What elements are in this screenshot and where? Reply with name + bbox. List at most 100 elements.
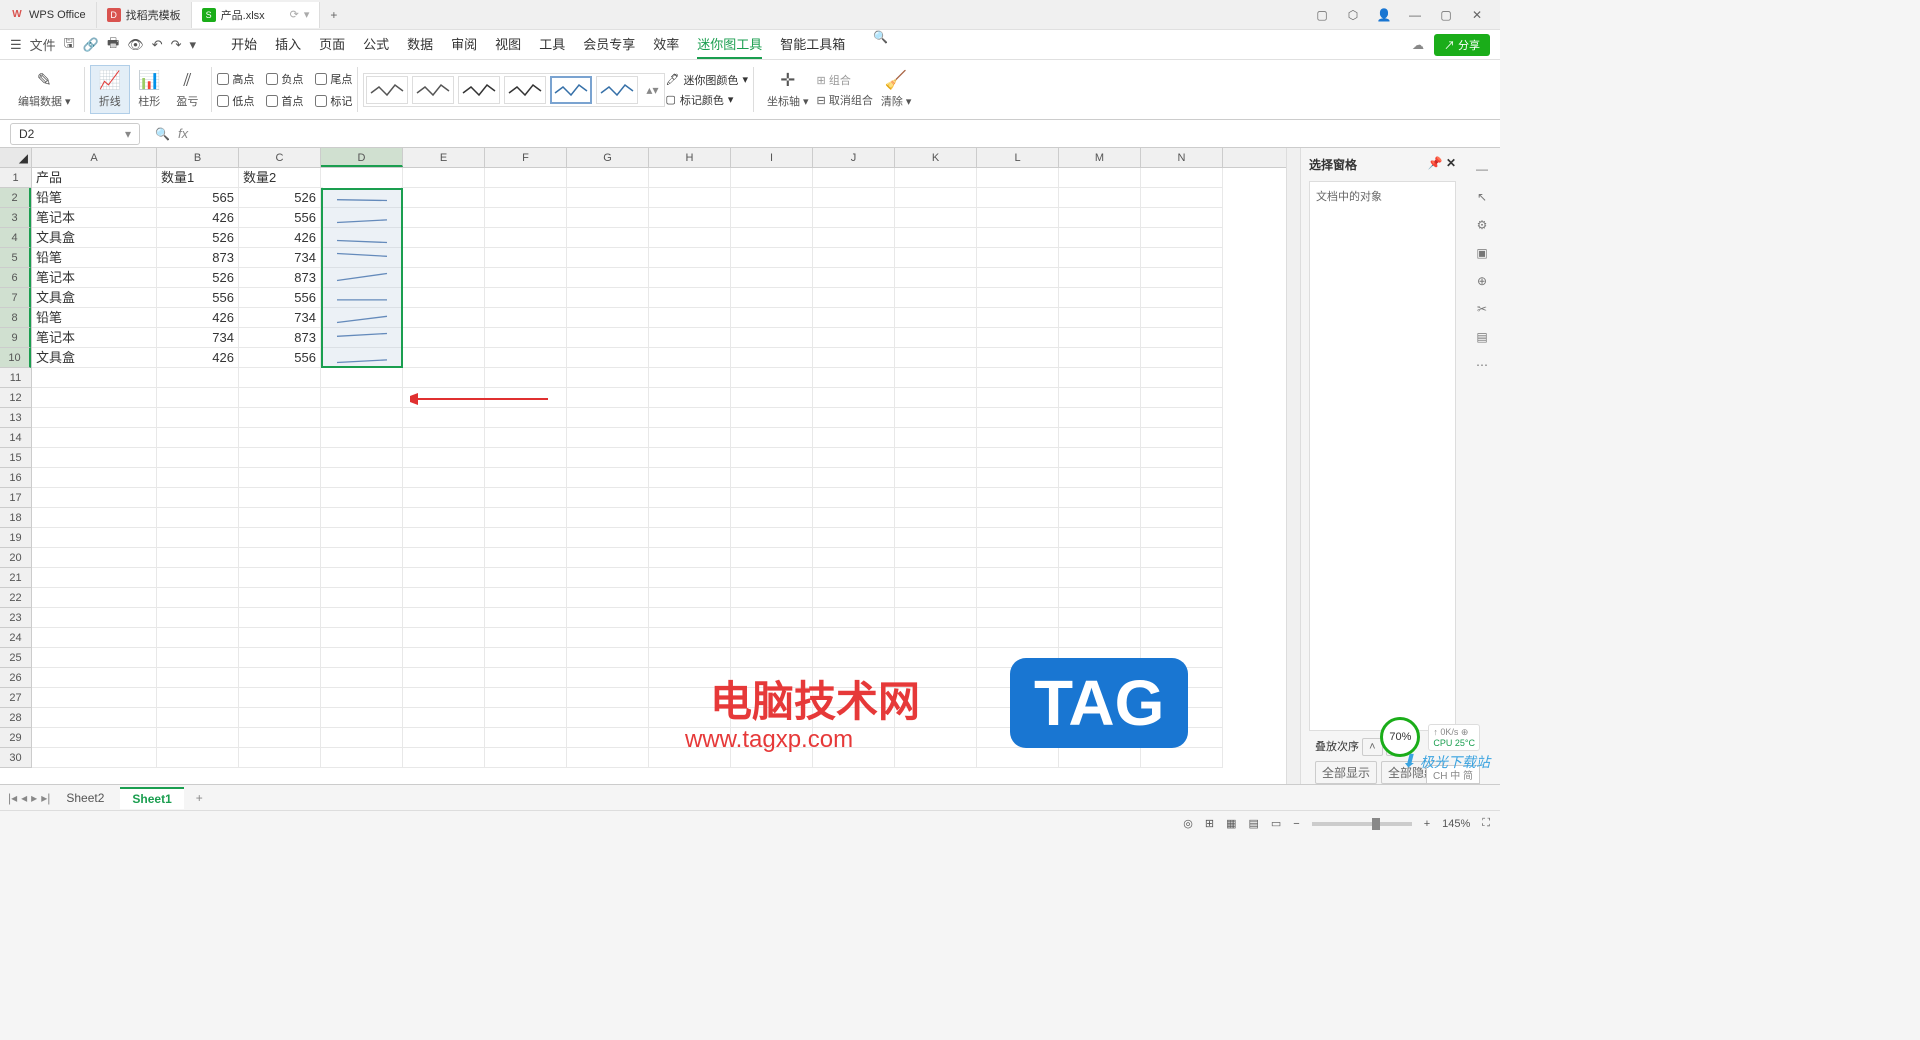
cell-B10[interactable]: 426 (157, 348, 239, 368)
cell-E15[interactable] (403, 448, 485, 468)
cb-high[interactable]: 高点 (217, 71, 254, 87)
menu-icon[interactable]: ☰ (10, 37, 22, 53)
cell-B16[interactable] (157, 468, 239, 488)
fullscreen-icon[interactable]: ⛶ (1482, 817, 1490, 830)
cell-C22[interactable] (239, 588, 321, 608)
cell-E18[interactable] (403, 508, 485, 528)
cell-A23[interactable] (32, 608, 157, 628)
cell-I22[interactable] (731, 588, 813, 608)
cell-N24[interactable] (1141, 628, 1223, 648)
cell-N12[interactable] (1141, 388, 1223, 408)
show-all-button[interactable]: 全部显示 (1315, 761, 1377, 784)
cell-J5[interactable] (813, 248, 895, 268)
cell-N6[interactable] (1141, 268, 1223, 288)
cell-A19[interactable] (32, 528, 157, 548)
cell-H13[interactable] (649, 408, 731, 428)
tab-page[interactable]: 页面 (319, 30, 345, 59)
nav-prev-icon[interactable]: ◂ (21, 791, 27, 805)
cell-N2[interactable] (1141, 188, 1223, 208)
cell-M10[interactable] (1059, 348, 1141, 368)
cell-K20[interactable] (895, 548, 977, 568)
cell-C28[interactable] (239, 708, 321, 728)
cell-K15[interactable] (895, 448, 977, 468)
cell-M15[interactable] (1059, 448, 1141, 468)
cell-C17[interactable] (239, 488, 321, 508)
row-header-19[interactable]: 19 (0, 528, 31, 548)
cell-D21[interactable] (321, 568, 403, 588)
cell-G25[interactable] (567, 648, 649, 668)
cell-B3[interactable]: 426 (157, 208, 239, 228)
cell-E23[interactable] (403, 608, 485, 628)
cell-C24[interactable] (239, 628, 321, 648)
cell-A21[interactable] (32, 568, 157, 588)
cell-D22[interactable] (321, 588, 403, 608)
cell-D12[interactable] (321, 388, 403, 408)
col-header-N[interactable]: N (1141, 148, 1223, 167)
cell-B24[interactable] (157, 628, 239, 648)
cell-A12[interactable] (32, 388, 157, 408)
row-header-26[interactable]: 26 (0, 668, 31, 688)
cell-I17[interactable] (731, 488, 813, 508)
cell-G2[interactable] (567, 188, 649, 208)
cell-H20[interactable] (649, 548, 731, 568)
cb-neg[interactable]: 负点 (266, 71, 303, 87)
cell-F30[interactable] (485, 748, 567, 768)
cell-J9[interactable] (813, 328, 895, 348)
row-header-7[interactable]: 7 (0, 288, 31, 308)
cell-A24[interactable] (32, 628, 157, 648)
cell-I21[interactable] (731, 568, 813, 588)
cell-K23[interactable] (895, 608, 977, 628)
tab-efficiency[interactable]: 效率 (653, 30, 679, 59)
close-button[interactable]: ✕ (1469, 7, 1485, 23)
cell-L7[interactable] (977, 288, 1059, 308)
cell-K13[interactable] (895, 408, 977, 428)
cell-L12[interactable] (977, 388, 1059, 408)
sparkline-winloss-button[interactable]: ⫽ 盈亏 (168, 70, 206, 109)
cell-H16[interactable] (649, 468, 731, 488)
cell-D18[interactable] (321, 508, 403, 528)
cell-A1[interactable]: 产品 (32, 168, 157, 188)
cell-H23[interactable] (649, 608, 731, 628)
cell-M18[interactable] (1059, 508, 1141, 528)
cell-L22[interactable] (977, 588, 1059, 608)
cell-I6[interactable] (731, 268, 813, 288)
cell-M21[interactable] (1059, 568, 1141, 588)
cell-F3[interactable] (485, 208, 567, 228)
cell-H14[interactable] (649, 428, 731, 448)
cell-F6[interactable] (485, 268, 567, 288)
cell-F13[interactable] (485, 408, 567, 428)
row-header-25[interactable]: 25 (0, 648, 31, 668)
cell-J19[interactable] (813, 528, 895, 548)
cell-F28[interactable] (485, 708, 567, 728)
cell-J3[interactable] (813, 208, 895, 228)
cell-J24[interactable] (813, 628, 895, 648)
cell-A28[interactable] (32, 708, 157, 728)
cell-E4[interactable] (403, 228, 485, 248)
cell-C18[interactable] (239, 508, 321, 528)
col-header-K[interactable]: K (895, 148, 977, 167)
cell-D9[interactable] (321, 328, 403, 348)
cell-A18[interactable] (32, 508, 157, 528)
cell-M12[interactable] (1059, 388, 1141, 408)
cell-N15[interactable] (1141, 448, 1223, 468)
sparkline-line-button[interactable]: 📈 折线 (90, 65, 130, 114)
cell-M7[interactable] (1059, 288, 1141, 308)
cell-L10[interactable] (977, 348, 1059, 368)
cell-G10[interactable] (567, 348, 649, 368)
tab-sparkline-tools[interactable]: 迷你图工具 (697, 30, 762, 59)
tab-member[interactable]: 会员专享 (583, 30, 635, 59)
select-all-corner[interactable]: ◢ (0, 148, 32, 167)
group-button[interactable]: ⊞ 组合 (817, 72, 873, 88)
cell-G4[interactable] (567, 228, 649, 248)
cell-K9[interactable] (895, 328, 977, 348)
cell-E29[interactable] (403, 728, 485, 748)
cell-C3[interactable]: 556 (239, 208, 321, 228)
cell-A3[interactable]: 笔记本 (32, 208, 157, 228)
row-header-20[interactable]: 20 (0, 548, 31, 568)
cell-E27[interactable] (403, 688, 485, 708)
row-header-8[interactable]: 8 (0, 308, 31, 328)
styles-more-icon[interactable]: ▴▾ (642, 76, 662, 104)
tab-start[interactable]: 开始 (231, 30, 257, 59)
cell-N20[interactable] (1141, 548, 1223, 568)
row-header-18[interactable]: 18 (0, 508, 31, 528)
